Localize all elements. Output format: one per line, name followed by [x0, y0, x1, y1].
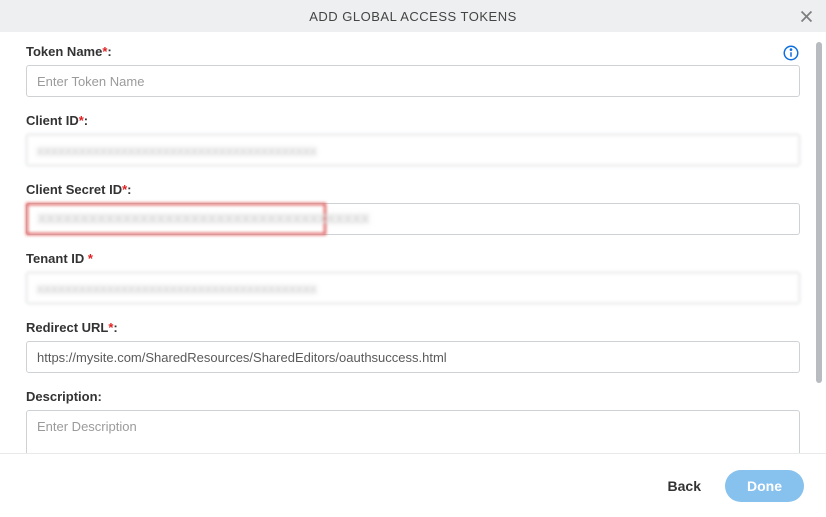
description-group: Description: [26, 389, 800, 453]
token-name-label: Token Name*: [26, 44, 800, 59]
tenant-id-input[interactable]: xxxxxxxxxxxxxxxxxxxxxxxxxxxxxxxxxxxxxxxx [26, 272, 800, 304]
redirect-url-label: Redirect URL*: [26, 320, 800, 335]
done-button[interactable]: Done [725, 470, 804, 502]
dialog-header: ADD GLOBAL ACCESS TOKENS [0, 0, 826, 32]
back-button[interactable]: Back [658, 472, 711, 500]
client-secret-id-group: Client Secret ID*: xxxxxxxxxxxxxxxxxxxxx… [26, 182, 800, 235]
close-icon [798, 8, 815, 25]
description-label: Description: [26, 389, 800, 404]
client-secret-id-label: Client Secret ID*: [26, 182, 800, 197]
client-id-label: Client ID*: [26, 113, 800, 128]
close-button[interactable] [796, 6, 816, 26]
token-name-group: Token Name*: [26, 44, 800, 97]
client-secret-id-input-wrapper: xxxxxxxxxxxxxxxxxxxxxxxxxxxxxxxxxxxxxxx [26, 203, 800, 235]
form-content: Token Name*: Client ID*: xxxxxxxxxxxxxxx… [0, 32, 826, 453]
dialog-footer: Back Done [0, 453, 826, 517]
dialog-title: ADD GLOBAL ACCESS TOKENS [309, 9, 517, 24]
token-name-input[interactable] [26, 65, 800, 97]
description-input[interactable] [26, 410, 800, 453]
redirect-url-group: Redirect URL*: [26, 320, 800, 373]
redirect-url-input[interactable] [26, 341, 800, 373]
scrollbar-thumb[interactable] [816, 42, 822, 383]
tenant-id-label: Tenant ID * [26, 251, 800, 266]
client-id-input[interactable]: xxxxxxxxxxxxxxxxxxxxxxxxxxxxxxxxxxxxxxxx [26, 134, 800, 166]
client-id-group: Client ID*: xxxxxxxxxxxxxxxxxxxxxxxxxxxx… [26, 113, 800, 166]
scrollbar-track[interactable] [816, 42, 822, 443]
tenant-id-group: Tenant ID * xxxxxxxxxxxxxxxxxxxxxxxxxxxx… [26, 251, 800, 304]
client-secret-id-input[interactable]: xxxxxxxxxxxxxxxxxxxxxxxxxxxxxxxxxxxxxxx [26, 203, 326, 235]
